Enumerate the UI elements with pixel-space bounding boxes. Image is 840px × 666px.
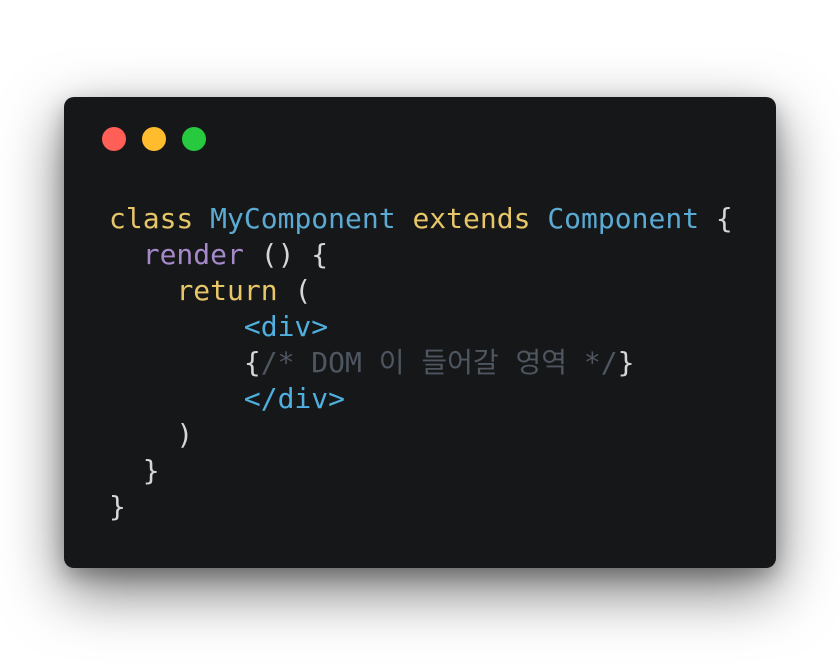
minimize-dot-icon[interactable] (142, 127, 166, 151)
code-line: </div> (109, 381, 733, 417)
code-line: } (109, 489, 733, 525)
code-token-punct: } (109, 490, 126, 523)
code-token-class: Component (547, 202, 700, 235)
code-token-punct: ( (277, 274, 312, 307)
code-token-keyword: extends (412, 202, 531, 235)
code-token-tag: <div> (243, 310, 329, 343)
code-token-class: MyComponent (210, 202, 396, 235)
code-token-method: render (142, 238, 244, 271)
close-dot-icon[interactable] (102, 127, 126, 151)
code-token-tag: </div> (243, 382, 346, 415)
code-line: } (109, 453, 733, 489)
code-token-comment: /* DOM 이 들어갈 영역 */ (260, 346, 618, 379)
code-token-punct: ) (109, 418, 194, 451)
code-block: class MyComponent extends Component { re… (109, 201, 733, 525)
code-line: return ( (109, 273, 733, 309)
code-line: class MyComponent extends Component { (109, 201, 733, 237)
code-line: {/* DOM 이 들어갈 영역 */} (109, 345, 733, 381)
code-token-punct: } (109, 454, 160, 487)
code-line: ) (109, 417, 733, 453)
code-token-punct: { (243, 346, 261, 379)
code-token-punct: { (699, 202, 733, 235)
code-token-keyword: return (176, 274, 278, 307)
code-line: render () { (109, 237, 733, 273)
maximize-dot-icon[interactable] (182, 127, 206, 151)
code-line: <div> (109, 309, 733, 345)
code-token-punct: } (617, 346, 635, 379)
code-token-punct: () { (243, 238, 329, 271)
code-token-keyword: class (109, 202, 194, 235)
code-window: class MyComponent extends Component { re… (64, 97, 776, 568)
window-controls (102, 127, 206, 151)
